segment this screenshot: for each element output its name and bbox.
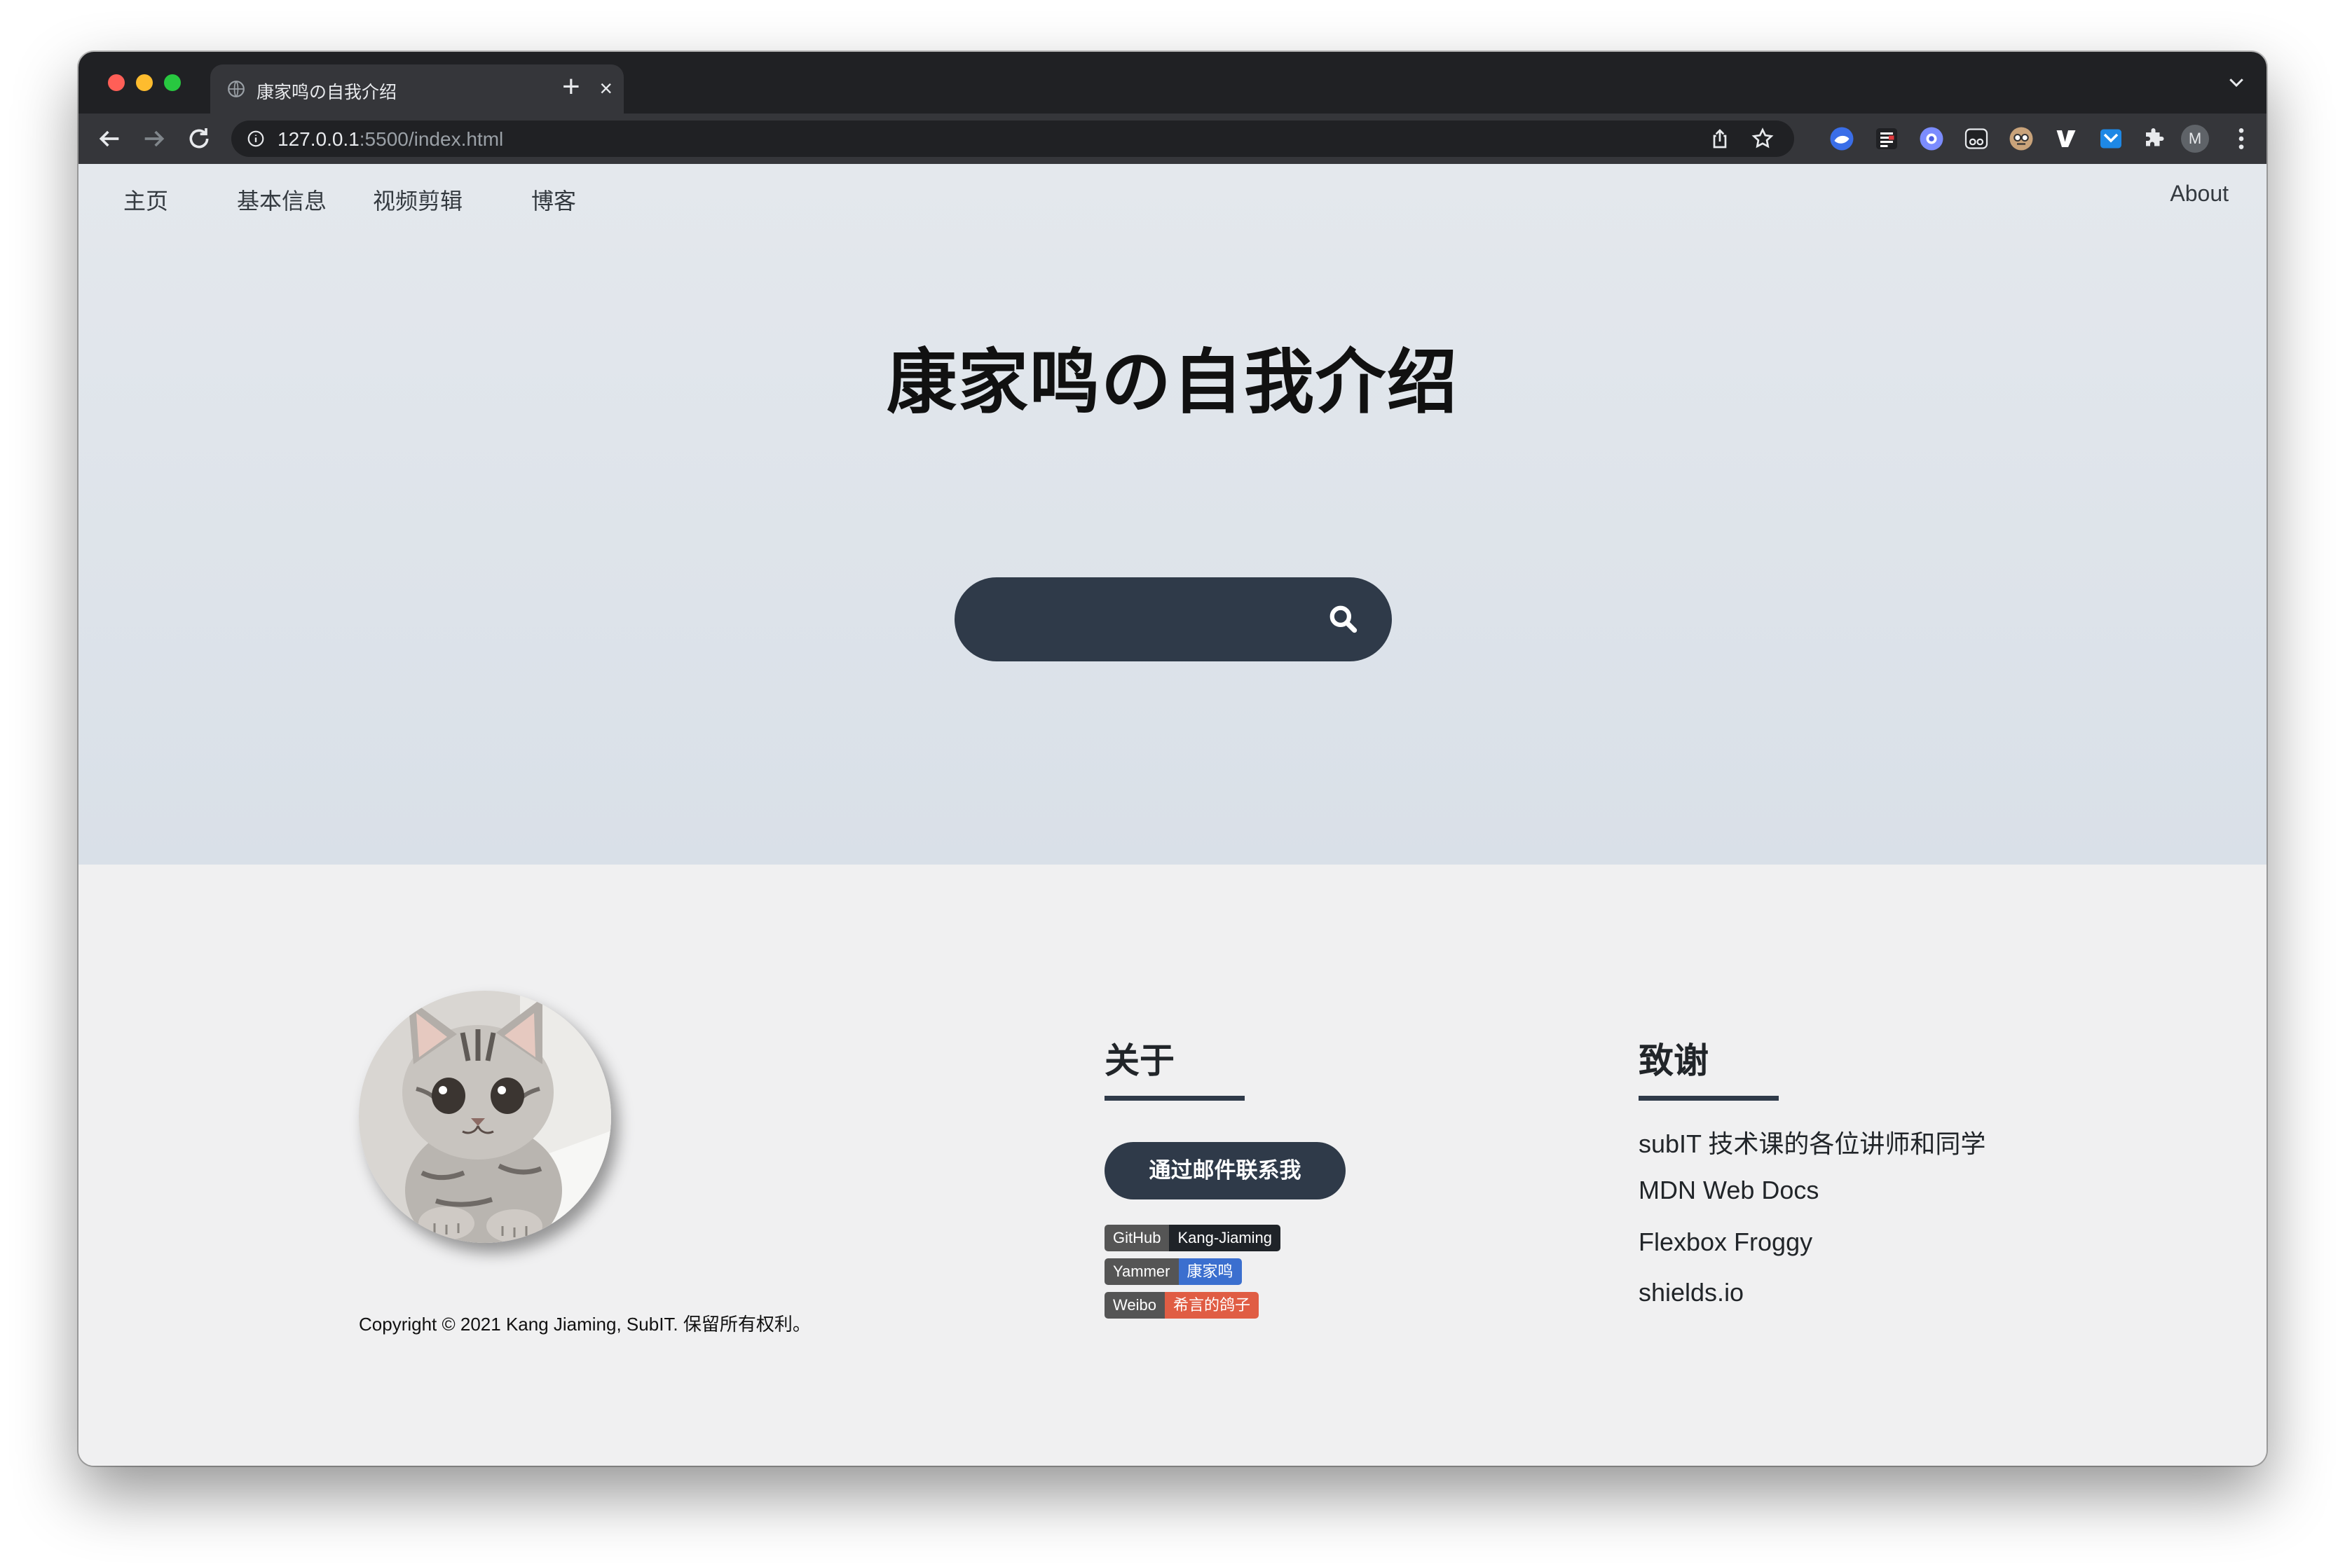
extension-icon-7[interactable] <box>2098 126 2124 151</box>
badge-label: GitHub <box>1105 1225 1170 1251</box>
extension-icon-6[interactable] <box>2053 126 2079 151</box>
thanks-heading: 致谢 <box>1639 1041 1709 1080</box>
badge-message: 希言的鸽子 <box>1164 1292 1259 1319</box>
back-arrow-icon[interactable] <box>95 125 123 153</box>
puzzle-extensions-icon[interactable] <box>2142 126 2167 151</box>
url-text: 127.0.0.1:5500/index.html <box>278 128 503 151</box>
thanks-link-mdn[interactable]: MDN Web Docs <box>1639 1176 1819 1205</box>
browser-window: 康家鸣の自我介绍 × + 127.0.0.1:5500/index.html M… <box>78 52 2267 1466</box>
nav-video-editing[interactable]: 视频剪辑 <box>373 184 463 216</box>
tab-title: 康家鸣の自我介绍 <box>257 83 397 102</box>
search-icon[interactable] <box>1326 602 1361 637</box>
url-host: 127.0.0.1 <box>278 128 360 150</box>
tab-close-button[interactable]: × <box>599 76 613 100</box>
badge-label: Weibo <box>1105 1292 1165 1319</box>
badge-label: Yammer <box>1105 1258 1179 1285</box>
bookmark-star-icon[interactable] <box>1751 127 1775 151</box>
share-icon[interactable] <box>1709 128 1731 150</box>
extension-icon-1[interactable] <box>1829 126 1854 151</box>
new-tab-button[interactable]: + <box>562 71 580 102</box>
url-path: :5500/index.html <box>359 128 504 150</box>
close-window-button[interactable] <box>108 74 125 91</box>
yammer-badge[interactable]: Yammer 康家鸣 <box>1105 1258 1242 1285</box>
info-icon[interactable] <box>247 130 265 148</box>
nav-blog[interactable]: 博客 <box>531 184 576 216</box>
avatar <box>359 991 611 1243</box>
chevron-down-icon[interactable] <box>2226 71 2247 92</box>
page-title: 康家鸣の自我介绍 <box>887 343 1458 422</box>
thanks-heading-rule <box>1639 1096 1779 1101</box>
weibo-badge[interactable]: Weibo 希言的鸽子 <box>1105 1292 1259 1319</box>
nav-home[interactable]: 主页 <box>123 184 168 216</box>
github-badge[interactable]: GitHub Kang-Jiaming <box>1105 1225 1280 1251</box>
copyright-text: Copyright © 2021 Kang Jiaming, SubIT. 保留… <box>359 1314 811 1335</box>
forward-arrow-icon[interactable] <box>140 125 168 153</box>
about-heading-rule <box>1105 1096 1245 1101</box>
thanks-link-subit[interactable]: subIT 技术课的各位讲师和同学 <box>1639 1124 1985 1160</box>
extension-icon-3[interactable] <box>1919 126 1944 151</box>
thanks-link-flexbox-froggy[interactable]: Flexbox Froggy <box>1639 1227 1812 1257</box>
extension-icon-5[interactable] <box>2009 126 2034 151</box>
profile-avatar[interactable]: M <box>2181 125 2209 153</box>
email-contact-button[interactable]: 通过邮件联系我 <box>1105 1142 1346 1199</box>
more-menu-icon[interactable] <box>2227 125 2255 153</box>
thanks-link-shields[interactable]: shields.io <box>1639 1278 1744 1307</box>
badge-message: 康家鸣 <box>1178 1258 1242 1285</box>
nav-basic-info[interactable]: 基本信息 <box>237 184 327 216</box>
badge-message: Kang-Jiaming <box>1169 1225 1280 1251</box>
web-page: 主页 基本信息 视频剪辑 博客 About 康家鸣の自我介绍 Copyright… <box>78 164 2267 1466</box>
footer: Copyright © 2021 Kang Jiaming, SubIT. 保留… <box>78 865 2267 1466</box>
reload-icon[interactable] <box>185 125 213 153</box>
cat-avatar-image <box>359 991 611 1243</box>
about-heading: 关于 <box>1105 1041 1175 1080</box>
minimize-window-button[interactable] <box>136 74 153 91</box>
nav-about[interactable]: About <box>2170 181 2229 207</box>
search-input[interactable] <box>990 598 1287 642</box>
globe-icon <box>228 81 245 97</box>
extension-icon-4[interactable] <box>1964 126 1989 151</box>
hero-section: 主页 基本信息 视频剪辑 博客 About 康家鸣の自我介绍 <box>78 164 2267 865</box>
search-bar <box>955 577 1392 661</box>
extension-icon-2[interactable] <box>1874 126 1899 151</box>
tab-strip: 康家鸣の自我介绍 × + <box>78 52 2267 114</box>
address-bar[interactable]: 127.0.0.1:5500/index.html <box>231 121 1794 157</box>
browser-toolbar: 127.0.0.1:5500/index.html M <box>78 114 2267 164</box>
maximize-window-button[interactable] <box>164 74 181 91</box>
